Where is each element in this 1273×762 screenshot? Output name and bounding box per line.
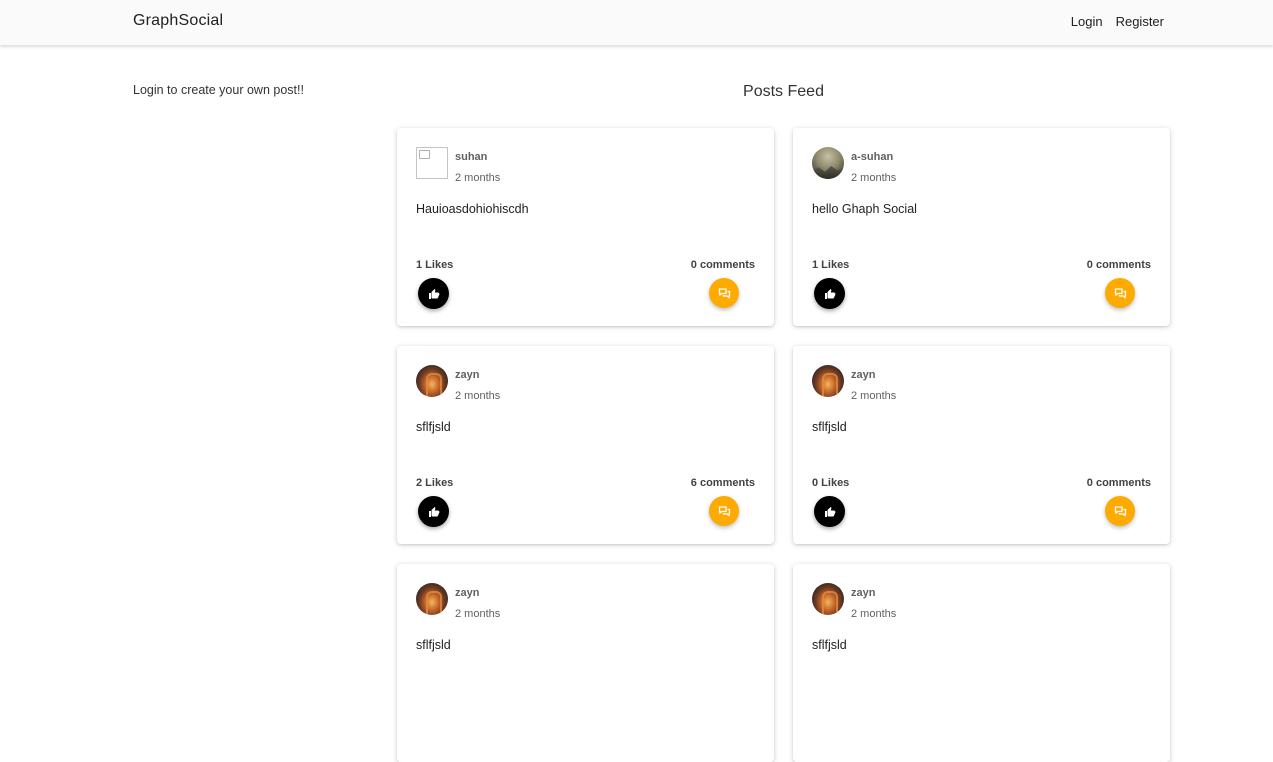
likes-count: 1 Likes <box>812 259 850 271</box>
comment-button[interactable] <box>709 278 739 308</box>
post-body: Hauioasdohiohiscdh <box>416 202 529 216</box>
comments-count: 6 comments <box>690 477 755 489</box>
post-time[interactable]: 2 months <box>455 172 500 184</box>
comment-button[interactable] <box>1105 278 1135 308</box>
avatar <box>812 147 844 179</box>
login-prompt: Login to create your own post!! <box>133 83 304 97</box>
like-button[interactable] <box>814 496 845 527</box>
post-card[interactable]: zayn 2 months sflfjsld <box>397 564 774 762</box>
avatar <box>812 583 844 615</box>
comments-icon <box>1114 288 1126 299</box>
post-body: hello Ghaph Social <box>812 202 917 216</box>
likes-count: 1 Likes <box>416 259 454 271</box>
post-body: sflfjsld <box>812 638 847 652</box>
avatar <box>812 365 844 397</box>
post-body: sflfjsld <box>416 638 451 652</box>
navbar: GraphSocial Login Register <box>0 0 1273 45</box>
brand-logo[interactable]: GraphSocial <box>133 12 223 30</box>
like-button[interactable] <box>814 278 845 309</box>
post-username[interactable]: zayn <box>851 369 875 381</box>
post-body: sflfjsld <box>416 420 451 434</box>
thumbs-up-icon <box>824 288 835 299</box>
comments-count: 0 comments <box>1086 259 1151 271</box>
likes-count: 2 Likes <box>416 477 454 489</box>
post-username[interactable]: suhan <box>455 151 487 163</box>
thumbs-up-icon <box>824 506 835 517</box>
post-card[interactable]: zayn 2 months sflfjsld 0 Likes 0 comment… <box>793 346 1170 544</box>
like-button[interactable] <box>418 278 449 309</box>
comments-icon <box>718 506 730 517</box>
thumbs-up-icon <box>428 506 439 517</box>
comments-count: 0 comments <box>690 259 755 271</box>
register-link[interactable]: Register <box>1116 14 1164 29</box>
page-title: Posts Feed <box>743 83 824 100</box>
post-username[interactable]: zayn <box>455 587 479 599</box>
likes-count: 0 Likes <box>812 477 850 489</box>
post-username[interactable]: zayn <box>851 587 875 599</box>
avatar <box>416 365 448 397</box>
posts-grid: suhan 2 months Hauioasdohiohiscdh 1 Like… <box>397 128 1170 762</box>
post-username[interactable]: a-suhan <box>851 151 893 163</box>
post-card[interactable]: zayn 2 months sflfjsld 2 Likes 6 comment… <box>397 346 774 544</box>
post-time[interactable]: 2 months <box>851 390 896 402</box>
comments-icon <box>718 288 730 299</box>
avatar <box>416 583 448 615</box>
comments-icon <box>1114 506 1126 517</box>
post-time[interactable]: 2 months <box>455 390 500 402</box>
post-username[interactable]: zayn <box>455 369 479 381</box>
post-time[interactable]: 2 months <box>851 172 896 184</box>
post-card[interactable]: zayn 2 months sflfjsld <box>793 564 1170 762</box>
login-link[interactable]: Login <box>1071 14 1103 29</box>
comments-count: 0 comments <box>1086 477 1151 489</box>
post-card[interactable]: a-suhan 2 months hello Ghaph Social 1 Li… <box>793 128 1170 326</box>
post-time[interactable]: 2 months <box>851 608 896 620</box>
post-time[interactable]: 2 months <box>455 608 500 620</box>
like-button[interactable] <box>418 496 449 527</box>
thumbs-up-icon <box>428 288 439 299</box>
post-card[interactable]: suhan 2 months Hauioasdohiohiscdh 1 Like… <box>397 128 774 326</box>
comment-button[interactable] <box>1105 496 1135 526</box>
nav-links: Login Register <box>1071 14 1164 29</box>
comment-button[interactable] <box>709 496 739 526</box>
broken-image-icon <box>416 147 448 179</box>
post-body: sflfjsld <box>812 420 847 434</box>
